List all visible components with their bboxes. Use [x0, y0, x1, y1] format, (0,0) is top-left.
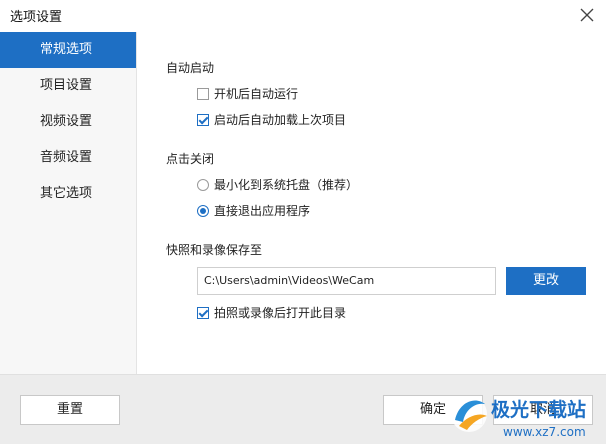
options-dialog: 选项设置 常规选项 项目设置 视频设置 音频设置 其它选项 自动启动 开机后自动… — [0, 0, 606, 444]
sidebar-item-general[interactable]: 常规选项 — [0, 32, 136, 68]
radio-circle — [197, 205, 209, 217]
save-location-section-title: 快照和录像保存至 — [166, 243, 263, 257]
sidebar-item-audio[interactable]: 音频设置 — [0, 140, 136, 176]
autostart-section-title: 自动启动 — [166, 61, 215, 75]
save-path-input[interactable]: C:\Users\admin\Videos\WeCam — [197, 267, 496, 295]
title-bar: 选项设置 — [0, 0, 606, 32]
watermark-logo: 极光下载站 www.xz7.com — [445, 386, 606, 444]
checkbox-label: 开机后自动运行 — [214, 87, 299, 101]
radio-circle — [197, 179, 209, 191]
checkbox-box — [197, 307, 209, 319]
watermark-url: www.xz7.com — [503, 425, 586, 439]
sidebar-item-label: 视频设置 — [40, 114, 93, 129]
watermark-name: 极光下载站 — [491, 398, 586, 421]
sidebar-item-other[interactable]: 其它选项 — [0, 176, 136, 212]
checkbox-label: 启动后自动加载上次项目 — [214, 113, 347, 127]
change-path-button[interactable]: 更改 — [506, 267, 586, 295]
sidebar-item-label: 音频设置 — [40, 150, 93, 165]
sidebar-item-video[interactable]: 视频设置 — [0, 104, 136, 140]
sidebar-item-label: 其它选项 — [40, 186, 93, 201]
sidebar-item-label: 常规选项 — [40, 42, 93, 57]
sidebar-item-label: 项目设置 — [40, 78, 93, 93]
radio-label: 直接退出应用程序 — [214, 204, 311, 218]
close-action-section-title: 点击关闭 — [166, 152, 215, 166]
checkbox-box — [197, 114, 209, 126]
close-icon — [580, 8, 594, 22]
dialog-title: 选项设置 — [10, 10, 63, 25]
reset-button[interactable]: 重置 — [20, 395, 120, 425]
close-button[interactable] — [578, 6, 596, 24]
aurora-logo-icon — [451, 396, 487, 432]
sidebar-nav: 常规选项 项目设置 视频设置 音频设置 其它选项 — [0, 32, 137, 374]
checkbox-label: 拍照或录像后打开此目录 — [214, 306, 347, 320]
radio-label: 最小化到系统托盘（推荐） — [214, 178, 359, 192]
checkbox-box — [197, 88, 209, 100]
sidebar-item-project[interactable]: 项目设置 — [0, 68, 136, 104]
